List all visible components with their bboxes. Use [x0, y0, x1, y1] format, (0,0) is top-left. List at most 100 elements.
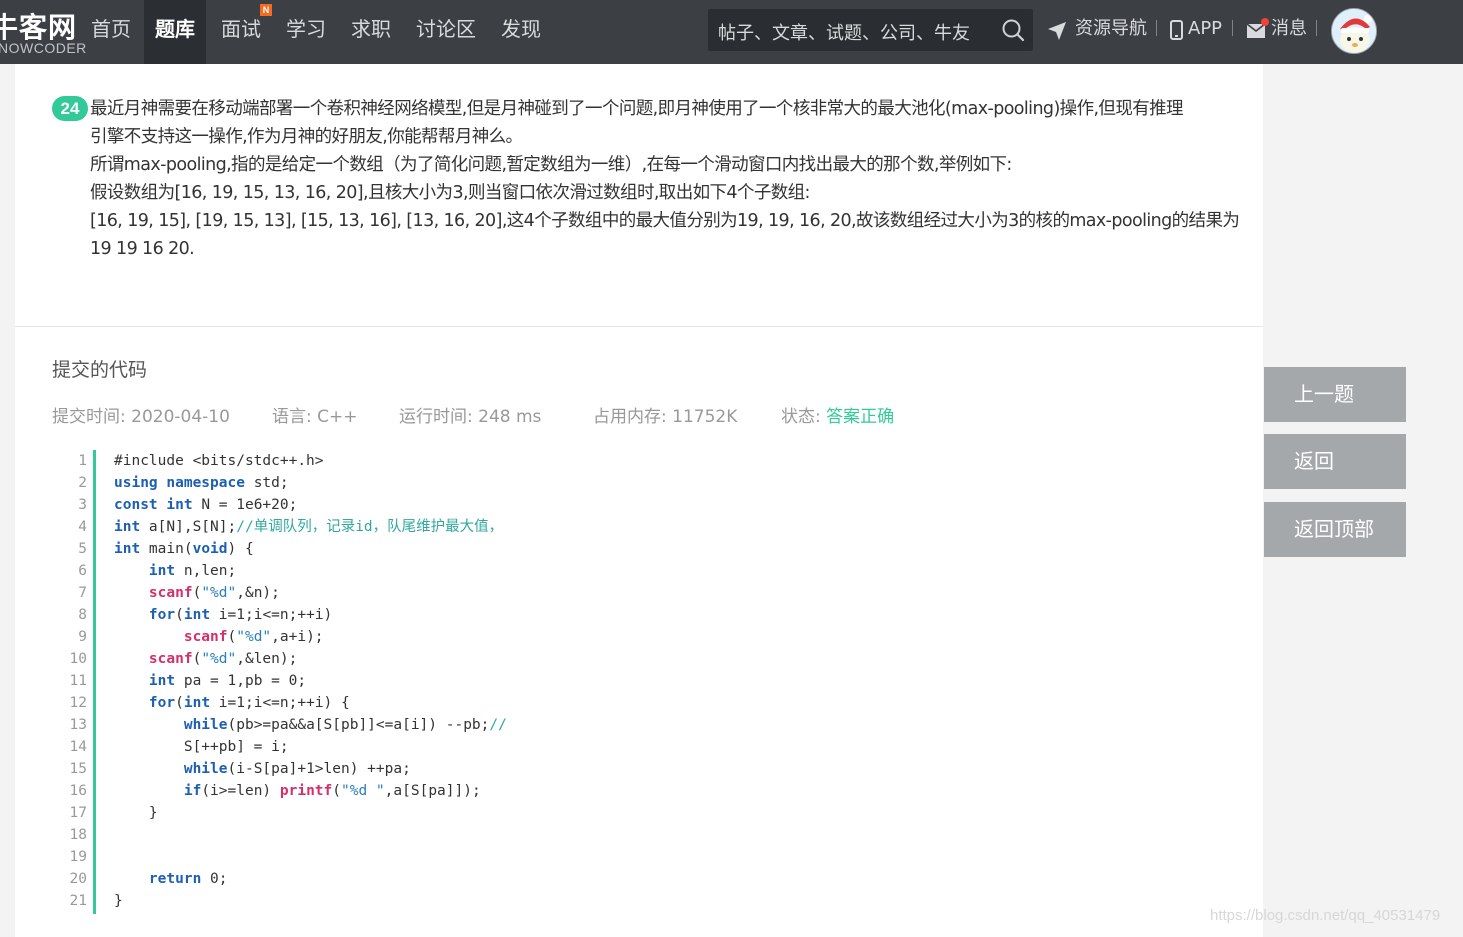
code-text: int a[N],S[N];//单调队列，记录id，队尾维护最大值， — [114, 519, 504, 535]
meta-value: 2020-04-10 — [131, 407, 230, 427]
section-title: 提交的代码 — [52, 359, 148, 381]
question-paragraph: 假设数组为[16, 19, 15, 13, 16, 20],且核大小为3,则当窗… — [90, 183, 810, 203]
back-to-top-button[interactable]: 返回顶部 — [1264, 502, 1406, 557]
code-gutter-bar — [93, 450, 96, 914]
nav-item-problems[interactable]: 题库 — [144, 0, 206, 64]
divider — [15, 326, 1263, 327]
line-number: 17 — [69, 805, 87, 821]
runtime: 运行时间: 248 ms — [399, 402, 541, 427]
nav-item-jobs[interactable]: 求职 — [340, 0, 402, 64]
meta-value: C++ — [317, 407, 358, 427]
separator — [1316, 20, 1317, 36]
nav-item-discuss[interactable]: 讨论区 — [405, 0, 487, 64]
mail-icon — [1246, 18, 1269, 38]
meta-label: 状态: — [781, 407, 821, 427]
line-number: 10 — [69, 651, 87, 667]
code-text: using namespace std; — [114, 475, 289, 491]
line-number: 4 — [78, 519, 87, 535]
nav-item-home[interactable]: 首页 — [80, 0, 142, 64]
nav-item-discover[interactable]: 发现 — [490, 0, 552, 64]
status: 状态: 答案正确 — [781, 402, 894, 427]
meta-label: 提交时间: — [52, 407, 126, 427]
resource-nav-link[interactable]: 资源导航 — [1075, 16, 1147, 42]
watermark: https://blog.csdn.net/qq_40531479 — [1210, 907, 1441, 924]
nav-item-label: 面试 — [221, 17, 261, 41]
code-text: } — [114, 893, 123, 909]
code-text: for(int i=1;i<=n;++i) — [148, 607, 333, 623]
question-paragraph: 19 19 16 20. — [90, 239, 195, 259]
line-number: 12 — [69, 695, 87, 711]
nav-item-label: 发现 — [501, 17, 541, 41]
meta-value: 248 ms — [478, 407, 542, 427]
line-number: 8 — [78, 607, 87, 623]
meta-value: 11752K — [672, 407, 738, 427]
line-number: 14 — [69, 739, 87, 755]
nav-item-label: 题库 — [155, 17, 195, 41]
question-paragraph: [16, 19, 15], [19, 15, 13], [15, 13, 16]… — [90, 211, 1240, 231]
problem-card: 24 最近月神需要在移动端部署一个卷积神经网络模型,但是月神碰到了一个问题,即月… — [15, 64, 1263, 937]
question-paragraph: 所谓max-pooling,指的是给定一个数组（为了简化问题,暂定数组为一维）,… — [90, 155, 1012, 175]
meta-label: 运行时间: — [399, 407, 473, 427]
code-text: int pa = 1,pb = 0; — [148, 673, 307, 689]
site-logo[interactable]: 牛客网 NOWCODER — [0, 4, 86, 60]
code-text: scanf("%d",&len); — [148, 651, 298, 667]
code-text: while(i-S[pa]+1>len) ++pa; — [183, 761, 411, 777]
separator — [1156, 20, 1157, 36]
search-box[interactable]: 帖子、文章、试题、公司、牛友 — [708, 9, 1033, 51]
line-number: 21 — [69, 893, 87, 909]
submit-time: 提交时间: 2020-04-10 — [52, 402, 230, 427]
line-number: 9 — [78, 629, 87, 645]
line-number: 19 — [69, 849, 87, 865]
line-number: 20 — [69, 871, 87, 887]
line-number: 11 — [69, 673, 87, 689]
line-number: 1 — [78, 453, 87, 469]
search-input[interactable]: 帖子、文章、试题、公司、牛友 — [718, 19, 970, 45]
top-navbar: 牛客网 NOWCODER 首页 题库 面试 N 学习 求职 讨论区 发现 帖子、文… — [0, 0, 1463, 64]
code-text: int n,len; — [148, 563, 237, 579]
line-number: 5 — [78, 541, 87, 557]
avatar[interactable] — [1331, 8, 1377, 54]
code-text: scanf("%d",a+i); — [183, 629, 324, 645]
question-description: 最近月神需要在移动端部署一个卷积神经网络模型,但是月神碰到了一个问题,即月神使用… — [90, 95, 1240, 263]
separator — [1232, 20, 1233, 36]
code-text: if(i>=len) printf("%d ",a[S[pa]]); — [183, 783, 481, 799]
nav-item-label: 求职 — [351, 17, 391, 41]
status-badge: 答案正确 — [826, 407, 895, 427]
meta-label: 占用内存: — [593, 407, 667, 427]
nav-item-label: 学习 — [286, 17, 326, 41]
code-text: scanf("%d",&n); — [148, 585, 280, 601]
back-button[interactable]: 返回 — [1264, 434, 1406, 489]
line-number: 7 — [78, 585, 87, 601]
line-number: 6 — [78, 563, 87, 579]
line-number: 3 — [78, 497, 87, 513]
meta-label: 语言: — [272, 407, 312, 427]
prev-question-button[interactable]: 上一题 — [1264, 367, 1406, 422]
question-number-badge: 24 — [52, 96, 88, 121]
nav-item-interview[interactable]: 面试 N — [210, 0, 272, 64]
code-text: while(pb>=pa&&a[S[pb]]<=a[i]) --pb;// — [183, 717, 507, 733]
question-paragraph: 最近月神需要在移动端部署一个卷积神经网络模型,但是月神碰到了一个问题,即月神使用… — [90, 99, 1184, 119]
logo-subtext: NOWCODER — [0, 40, 87, 56]
search-icon[interactable] — [1001, 18, 1025, 42]
avatar-icon — [1332, 9, 1376, 53]
nav-item-learn[interactable]: 学习 — [275, 0, 337, 64]
line-number: 2 — [78, 475, 87, 491]
code-text: int main(void) { — [114, 541, 254, 557]
question-paragraph: 引擎不支持这一操作,作为月神的好朋友,你能帮帮月神么。 — [90, 127, 523, 147]
nav-item-label: 讨论区 — [416, 17, 476, 41]
code-text: for(int i=1;i<=n;++i) { — [148, 695, 350, 711]
message-link[interactable]: 消息 — [1271, 16, 1307, 42]
memory: 占用内存: 11752K — [593, 402, 737, 427]
language: 语言: C++ — [272, 402, 358, 427]
new-badge: N — [260, 4, 272, 16]
line-number: 13 — [69, 717, 87, 733]
phone-icon — [1170, 20, 1183, 40]
nav-item-label: 首页 — [91, 17, 131, 41]
code-text: S[++pb] = i; — [114, 739, 289, 755]
app-link[interactable]: APP — [1188, 16, 1222, 42]
line-number: 18 — [69, 827, 87, 843]
line-number: 16 — [69, 783, 87, 799]
code-text: #include <bits/stdc++.h> — [114, 453, 324, 469]
code-text: const int N = 1e6+20; — [114, 497, 298, 513]
line-number: 15 — [69, 761, 87, 777]
